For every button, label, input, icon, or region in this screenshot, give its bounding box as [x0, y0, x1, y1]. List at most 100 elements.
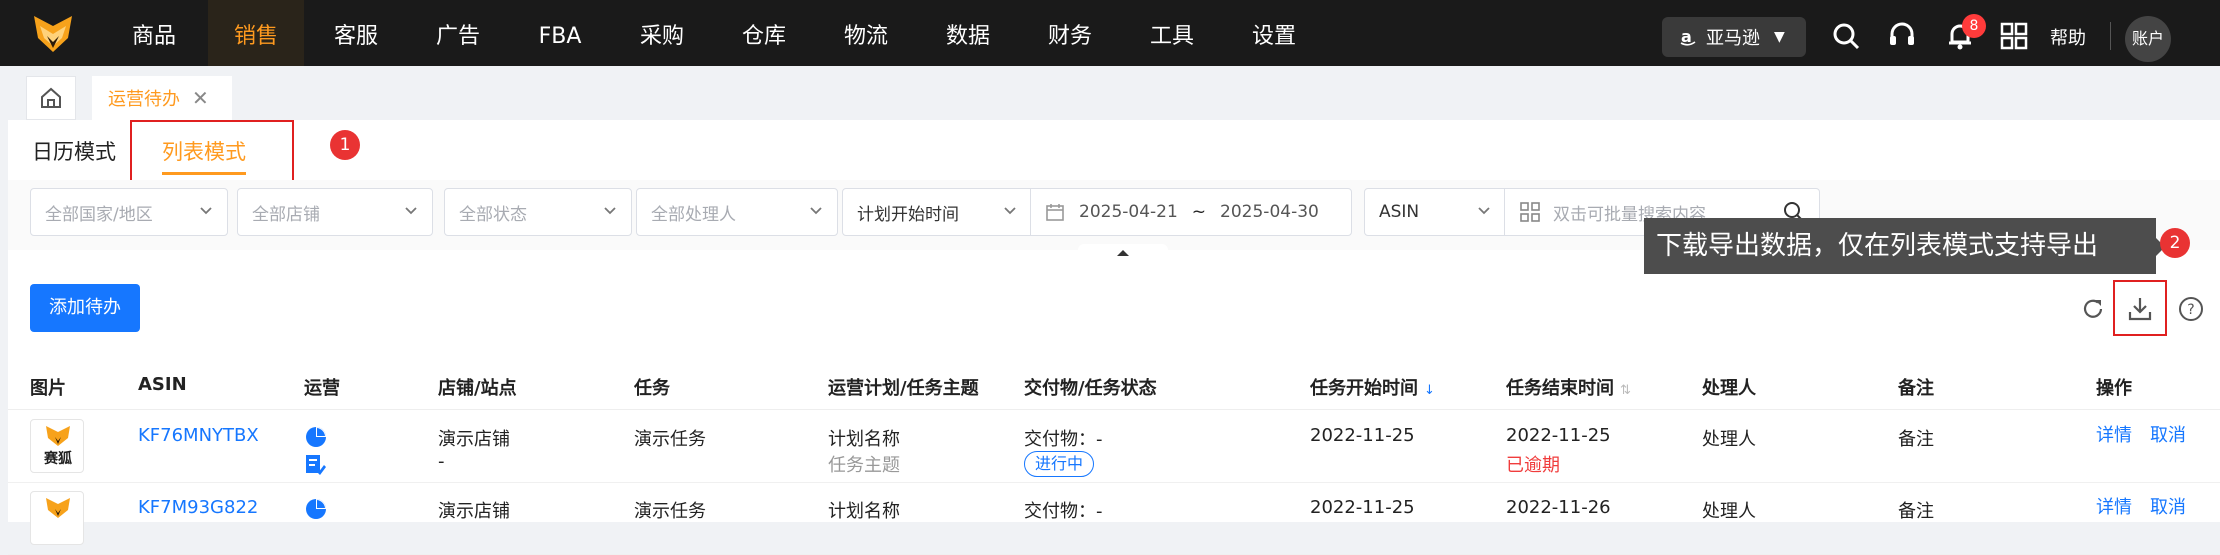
annotation-badge-1: 1: [330, 130, 360, 160]
handler-select-placeholder: 全部处理人: [651, 204, 736, 225]
col-ops: 运营: [304, 378, 340, 399]
nav-item-products[interactable]: 商品: [118, 0, 190, 66]
account-avatar[interactable]: 账户: [2125, 16, 2171, 62]
col-actions: 操作: [2096, 378, 2132, 399]
main-panel: 日历模式 列表模式 1 全部国家/地区 全部店铺 全部状态 全部处理人 计划开始…: [8, 120, 2220, 555]
sort-desc-icon[interactable]: ↓: [1424, 383, 1435, 398]
date-start[interactable]: 2025-04-21: [1079, 202, 1178, 222]
nav-item-sales[interactable]: 销售: [208, 0, 304, 66]
nav-item-tools[interactable]: 工具: [1136, 0, 1208, 66]
calendar-icon: [1046, 204, 1064, 221]
help-circle-icon[interactable]: ?: [2176, 294, 2206, 324]
note-edit-icon[interactable]: [304, 453, 326, 477]
tab-label: 运营待办: [108, 89, 180, 110]
pie-chart-icon[interactable]: [304, 497, 328, 521]
region-selector[interactable]: a 亚马逊 ▼: [1662, 17, 1806, 57]
product-thumbnail[interactable]: 赛狐: [30, 419, 84, 473]
notification-badge: 8: [1962, 14, 1986, 38]
deliverable: 交付物：-: [1024, 429, 1103, 450]
download-icon[interactable]: [2125, 294, 2155, 324]
nav-item-settings[interactable]: 设置: [1238, 0, 1310, 66]
annotation-badge-2: 2: [2160, 228, 2190, 258]
refresh-icon[interactable]: [2078, 294, 2108, 324]
nav-item-logistics[interactable]: 物流: [830, 0, 902, 66]
fox-logo-icon[interactable]: [18, 12, 88, 56]
cancel-link[interactable]: 取消: [2150, 421, 2186, 447]
chevron-down-icon: [1004, 207, 1016, 215]
tab-calendar-mode[interactable]: 日历模式: [32, 136, 116, 166]
cancel-link[interactable]: 取消: [2150, 493, 2186, 519]
store-name: 演示店铺: [438, 429, 510, 450]
detail-link[interactable]: 详情: [2096, 421, 2132, 447]
home-icon: [41, 87, 61, 108]
help-link[interactable]: 帮助: [2050, 24, 2086, 50]
status-select[interactable]: 全部状态: [444, 188, 632, 236]
fox-logo-icon: [46, 426, 70, 446]
col-image: 图片: [30, 378, 66, 399]
chevron-down-icon: ▼: [1774, 29, 1785, 45]
page-tab-strip: 运营待办 ✕: [0, 66, 2220, 120]
col-end-time[interactable]: 任务结束时间 ⇅: [1506, 374, 1631, 400]
nav-item-warehouse[interactable]: 仓库: [728, 0, 800, 66]
store-select[interactable]: 全部店铺: [237, 188, 433, 236]
table-row: 赛狐 KF76MNYTBX 演示店铺 - 演示任务 计划名称 任务主题 交付物：…: [8, 411, 2220, 483]
country-select[interactable]: 全部国家/地区: [30, 188, 228, 236]
table-row: KF7M93G822 演示店铺 演示任务 计划名称 交付物：- 2022-11-…: [8, 483, 2220, 555]
nav-item-finance[interactable]: 财务: [1034, 0, 1106, 66]
start-time: 2022-11-25: [1310, 425, 1415, 446]
country-select-placeholder: 全部国家/地区: [45, 204, 153, 225]
nav-item-data[interactable]: 数据: [932, 0, 1004, 66]
handler-select[interactable]: 全部处理人: [636, 188, 838, 236]
amazon-icon: a: [1680, 27, 1696, 46]
task-name: 演示任务: [634, 501, 706, 522]
collapse-filters-toggle[interactable]: [1078, 244, 1168, 260]
store-select-placeholder: 全部店铺: [252, 204, 320, 225]
tab-ops-todo[interactable]: 运营待办 ✕: [92, 76, 232, 120]
col-asin: ASIN: [138, 374, 187, 395]
overdue-label: 已逾期: [1506, 455, 1560, 476]
col-note: 备注: [1898, 378, 1934, 399]
chevron-up-icon: [1117, 250, 1129, 256]
apps-grid-icon[interactable]: [1998, 20, 2030, 52]
product-thumbnail[interactable]: [30, 491, 84, 545]
col-deliverable: 交付物/任务状态: [1024, 378, 1157, 399]
col-handler: 处理人: [1702, 378, 1756, 399]
divider: [2110, 22, 2111, 50]
plan-name: 计划名称: [828, 429, 900, 450]
svg-text:?: ?: [2187, 302, 2194, 318]
chevron-down-icon: [405, 207, 417, 215]
col-start-time[interactable]: 任务开始时间 ↓: [1310, 374, 1435, 400]
asin-link[interactable]: KF7M93G822: [138, 497, 258, 518]
time-type-select[interactable]: 计划开始时间: [842, 188, 1032, 236]
fox-logo-icon: [46, 498, 70, 518]
nav-item-purchase[interactable]: 采购: [626, 0, 698, 66]
end-time: 2022-11-26: [1506, 497, 1611, 518]
col-plan: 运营计划/任务主题: [828, 378, 979, 399]
top-nav: 商品 销售 客服 广告 FBA 采购 仓库 物流 数据 财务 工具 设置 a 亚…: [0, 0, 2220, 66]
status-badge: 进行中: [1024, 451, 1095, 477]
date-separator: ~: [1191, 202, 1207, 222]
pie-chart-icon[interactable]: [304, 425, 328, 449]
end-time: 2022-11-25: [1506, 425, 1611, 446]
date-range-picker[interactable]: 2025-04-21 ~ 2025-04-30: [1030, 188, 1352, 236]
export-tooltip: 下载导出数据，仅在列表模式支持导出: [1644, 218, 2156, 274]
detail-link[interactable]: 详情: [2096, 493, 2132, 519]
search-field-select[interactable]: ASIN: [1364, 188, 1506, 236]
site-name: -: [438, 451, 445, 472]
date-end[interactable]: 2025-04-30: [1220, 202, 1319, 222]
asin-link[interactable]: KF76MNYTBX: [138, 425, 259, 446]
headset-icon[interactable]: [1886, 20, 1918, 52]
col-store: 店铺/站点: [438, 378, 517, 399]
home-tab[interactable]: [26, 76, 76, 120]
search-field-value: ASIN: [1379, 202, 1420, 222]
nav-item-ads[interactable]: 广告: [422, 0, 494, 66]
sort-icon[interactable]: ⇅: [1620, 383, 1631, 398]
close-icon[interactable]: ✕: [192, 86, 209, 110]
time-type-value: 计划开始时间: [857, 204, 959, 225]
nav-item-fba[interactable]: FBA: [524, 0, 596, 66]
plan-name: 计划名称: [828, 501, 900, 522]
search-icon[interactable]: [1830, 20, 1862, 52]
nav-item-customer-service[interactable]: 客服: [320, 0, 392, 66]
add-todo-button[interactable]: 添加待办: [30, 284, 140, 332]
batch-search-icon[interactable]: [1519, 201, 1541, 223]
